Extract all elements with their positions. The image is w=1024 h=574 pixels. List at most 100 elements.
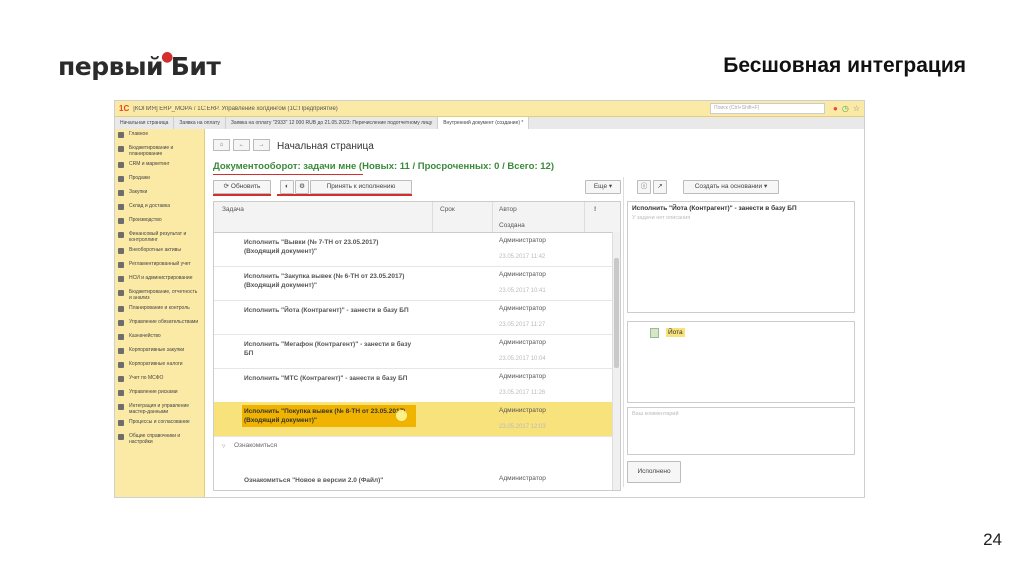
accept-button[interactable]: Принять к исполнению [310,180,412,194]
attachment-link[interactable]: Йота [666,328,685,337]
task-name: Ознакомиться "Новое в версии 2.0 (Файл)" [244,477,384,484]
section-icon [118,204,124,210]
mouse-cursor-icon [396,410,407,421]
sidebar-item[interactable]: Управление обязательствами [115,317,204,331]
col-author[interactable]: Автор [499,206,517,213]
comment-field[interactable]: Ваш комментарий [627,407,855,455]
task-name: Исполнить "Закупка вывек (№ 6-ТН от 23.0… [244,273,405,289]
task-name: Исполнить "МТС (Контрагент)" - занести в… [244,375,408,382]
task-date: 23.05.2017 10:41 [499,288,546,294]
table-scrollbar[interactable] [612,232,620,490]
sidebar-item[interactable]: НСИ и администрирование [115,273,204,287]
sidebar-item[interactable]: Продажи [115,173,204,187]
header-underline [213,173,363,175]
doc-header[interactable]: Документооборот: задачи мне (Новых: 11 /… [213,161,554,175]
sidebar-item-label: Регламентированный учет [129,261,191,267]
tab-payment-request[interactable]: Заявка на оплату [174,117,226,129]
section-icon [118,132,124,138]
table-row[interactable]: Исполнить "МТС (Контрагент)" - занести в… [214,368,612,403]
task-date: 23.05.2017 12:03 [499,424,546,430]
sidebar-item[interactable]: Интеграция и управление мастер-данными [115,401,204,417]
sidebar-item[interactable]: Склад и доставка [115,201,204,215]
panel-divider[interactable] [623,177,624,487]
sidebar-item-label: Внеоборотные активы [129,247,181,253]
sidebar-item-label: Интеграция и управление мастер-данными [129,403,190,415]
more-button[interactable]: Еще ▾ [585,180,621,194]
table-row[interactable]: Исполнить "Закупка вывек (№ 6-ТН от 23.0… [214,266,612,301]
sidebar-item[interactable]: CRM и маркетинг [115,159,204,173]
sidebar-item[interactable]: Учет по МСФО [115,373,204,387]
sidebar-item[interactable]: Корпоративные закупки [115,345,204,359]
col-created[interactable]: Создана [499,222,525,229]
sidebar-item[interactable]: Закупки [115,187,204,201]
sidebar-item[interactable]: Главное [115,129,204,143]
task-detail-panel: Исполнить "Йота (Контрагент)" - занести … [627,181,859,491]
prev-icon[interactable]: ◐ [280,180,294,194]
sidebar-item[interactable]: Управление рисками [115,387,204,401]
app-titlebar: 1С [КОПИЯ] ERP_МОРА / 1С:ERP. Управление… [115,101,864,117]
sidebar-item[interactable]: Бюджетирование и планирование [115,143,204,159]
group-row-acknowledge[interactable]: ▿ Ознакомиться [214,440,612,454]
history-icon[interactable]: ◷ [842,104,849,113]
back-arrow-icon[interactable]: ← [233,139,250,151]
sidebar-item[interactable]: Общие справочники и настройки [115,431,204,447]
sidebar-item-label: CRM и маркетинг [129,161,170,167]
tab-internal-document[interactable]: Внутренний документ (создание) * [438,117,530,129]
done-button[interactable]: Исполнено [627,461,681,483]
task-author: Администратор [499,339,546,346]
tab-payment-request-2933[interactable]: Заявка на оплату "2933" 12 000 RUB до 21… [226,117,439,129]
section-icon [118,334,124,340]
sidebar-item-label: Продажи [129,175,150,181]
sidebar-item[interactable]: Внеоборотные активы [115,245,204,259]
settings-icon[interactable]: ⚙ [295,180,309,194]
star-icon[interactable]: ☆ [853,104,860,113]
sidebar-item[interactable]: Корпоративные налоги [115,359,204,373]
nav-buttons: ⌂ ← → [213,139,270,151]
sidebar-item[interactable]: Процессы и согласование [115,417,204,431]
task-author: Администратор [499,305,546,312]
sidebar-item[interactable]: Бюджетирование, отчетность и анализ [115,287,204,303]
col-flag[interactable]: ! [594,206,596,213]
table-row[interactable]: Исполнить "Йота (Контрагент)" - занести … [214,300,612,335]
sidebar-item-label: Управление обязательствами [129,319,199,325]
logo-text-left: первый [58,52,164,81]
section-icon [118,276,124,282]
sidebar-item-label: Управление рисками [129,389,178,395]
table-row[interactable]: Исполнить "Вывки (№ 7-ТН от 23.05.2017) … [214,232,612,267]
sidebar-item-label: Корпоративные налоги [129,361,183,367]
sidebar-item[interactable]: Регламентированный учет [115,259,204,273]
sidebar-item[interactable]: Планирование и контроль [115,303,204,317]
task-detail-title: Исполнить "Йота (Контрагент)" - занести … [632,205,797,212]
col-due[interactable]: Срок [440,206,455,213]
scrollbar-thumb[interactable] [614,258,619,368]
sidebar-item-label: Склад и доставка [129,203,170,209]
forward-arrow-icon[interactable]: → [253,139,270,151]
company-logo: первый●Бит [58,49,221,81]
section-icon [118,248,124,254]
section-icon [118,420,124,426]
doc-header-text: Документооборот: задачи мне (Новых: 11 /… [213,161,554,172]
notifications-icon[interactable]: ● [833,104,838,113]
section-icon [118,404,124,410]
table-row-selected[interactable]: Исполнить "Покупка вывек (№ 8-ТН от 23.0… [214,402,612,437]
col-separator [492,202,493,232]
main-content: ⌂ ← → Начальная страница Документооборот… [205,129,864,497]
task-description-box[interactable]: Исполнить "Йота (Контрагент)" - занести … [627,201,855,313]
global-search-input[interactable]: Поиск (Ctrl+Shift+F) [710,103,825,114]
col-task[interactable]: Задача [222,206,244,213]
sidebar-item[interactable]: Казначейство [115,331,204,345]
home-icon[interactable]: ⌂ [213,139,230,151]
task-date: 23.05.2017 11:42 [499,254,546,260]
sidebar-item-label: Главное [129,131,149,137]
tab-home[interactable]: Начальная страница [115,117,175,129]
sidebar-item[interactable]: Финансовый результат и контроллинг [115,229,204,245]
sidebar: Главное Бюджетирование и планирование CRM … [115,129,205,497]
table-row[interactable]: Ознакомиться "Новое в версии 2.0 (Файл)"… [214,470,612,490]
table-row[interactable]: Исполнить "Мегафон (Контрагент)" - занес… [214,334,612,369]
task-author: Администратор [499,271,546,278]
attachments-box: Йота [627,321,855,403]
refresh-button[interactable]: ⟳ Обновить [213,180,271,194]
sidebar-item[interactable]: Производство [115,215,204,229]
collapse-arrow-icon[interactable]: ▿ [222,442,225,450]
document-icon [650,328,659,338]
